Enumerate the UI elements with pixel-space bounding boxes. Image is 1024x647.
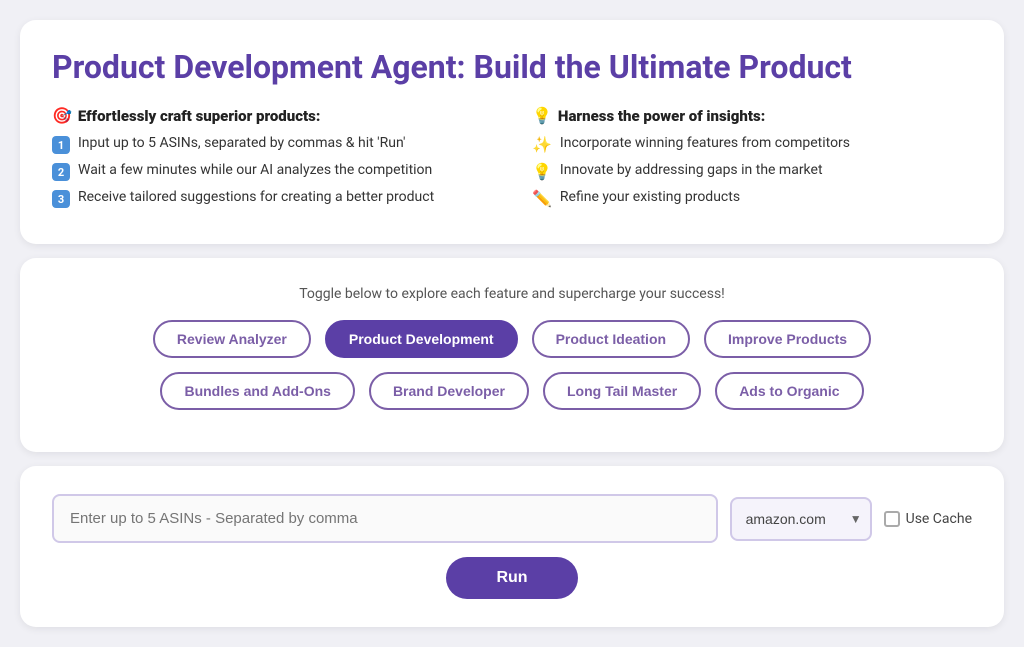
toggle-product-ideation[interactable]: Product Ideation: [532, 320, 690, 358]
left-item-3: 3 Receive tailored suggestions for creat…: [52, 189, 492, 208]
input-card: amazon.com amazon.co.uk amazon.de amazon…: [20, 466, 1004, 627]
asin-input[interactable]: [52, 494, 718, 543]
right-item-2: 💡 Innovate by addressing gaps in the mar…: [532, 162, 972, 181]
hero-card: Product Development Agent: Build the Ult…: [20, 20, 1004, 244]
use-cache-checkbox[interactable]: [884, 511, 900, 527]
left-column: 🎯 Effortlessly craft superior products: …: [52, 106, 492, 216]
toggle-long-tail-master[interactable]: Long Tail Master: [543, 372, 701, 410]
toggle-brand-developer[interactable]: Brand Developer: [369, 372, 529, 410]
left-item-1: 1 Input up to 5 ASINs, separated by comm…: [52, 135, 492, 154]
toggle-card: Toggle below to explore each feature and…: [20, 258, 1004, 452]
input-row: amazon.com amazon.co.uk amazon.de amazon…: [52, 494, 972, 543]
domain-select[interactable]: amazon.com amazon.co.uk amazon.de amazon…: [730, 497, 872, 541]
toggle-ads-to-organic[interactable]: Ads to Organic: [715, 372, 863, 410]
left-section-title: 🎯 Effortlessly craft superior products:: [52, 106, 492, 125]
toggle-product-development[interactable]: Product Development: [325, 320, 518, 358]
domain-select-wrapper: amazon.com amazon.co.uk amazon.de amazon…: [730, 497, 872, 541]
use-cache-label[interactable]: Use Cache: [884, 511, 972, 527]
lightbulb-icon: 💡: [532, 106, 552, 125]
toggle-subtitle: Toggle below to explore each feature and…: [52, 286, 972, 302]
toggle-bundles-addons[interactable]: Bundles and Add-Ons: [160, 372, 354, 410]
step-badge-1: 1: [52, 136, 70, 154]
run-btn-row: Run: [52, 557, 972, 599]
toggle-row-1: Review Analyzer Product Development Prod…: [52, 320, 972, 358]
right-item-1: ✨ Incorporate winning features from comp…: [532, 135, 972, 154]
step-badge-3: 3: [52, 190, 70, 208]
bulb-icon: 💡: [532, 162, 552, 181]
right-section-title: 💡 Harness the power of insights:: [532, 106, 972, 125]
toggle-row-2: Bundles and Add-Ons Brand Developer Long…: [52, 372, 972, 410]
run-button[interactable]: Run: [446, 557, 577, 599]
right-column: 💡 Harness the power of insights: ✨ Incor…: [532, 106, 972, 216]
main-container: Product Development Agent: Build the Ult…: [20, 20, 1004, 627]
step-badge-2: 2: [52, 163, 70, 181]
right-item-3: ✏️ Refine your existing products: [532, 189, 972, 208]
features-grid: 🎯 Effortlessly craft superior products: …: [52, 106, 972, 216]
toggle-improve-products[interactable]: Improve Products: [704, 320, 871, 358]
left-item-2: 2 Wait a few minutes while our AI analyz…: [52, 162, 492, 181]
page-title: Product Development Agent: Build the Ult…: [52, 48, 972, 86]
target-icon: 🎯: [52, 106, 72, 125]
pencil-icon: ✏️: [532, 189, 552, 208]
sparkle-icon: ✨: [532, 135, 552, 154]
toggle-review-analyzer[interactable]: Review Analyzer: [153, 320, 311, 358]
